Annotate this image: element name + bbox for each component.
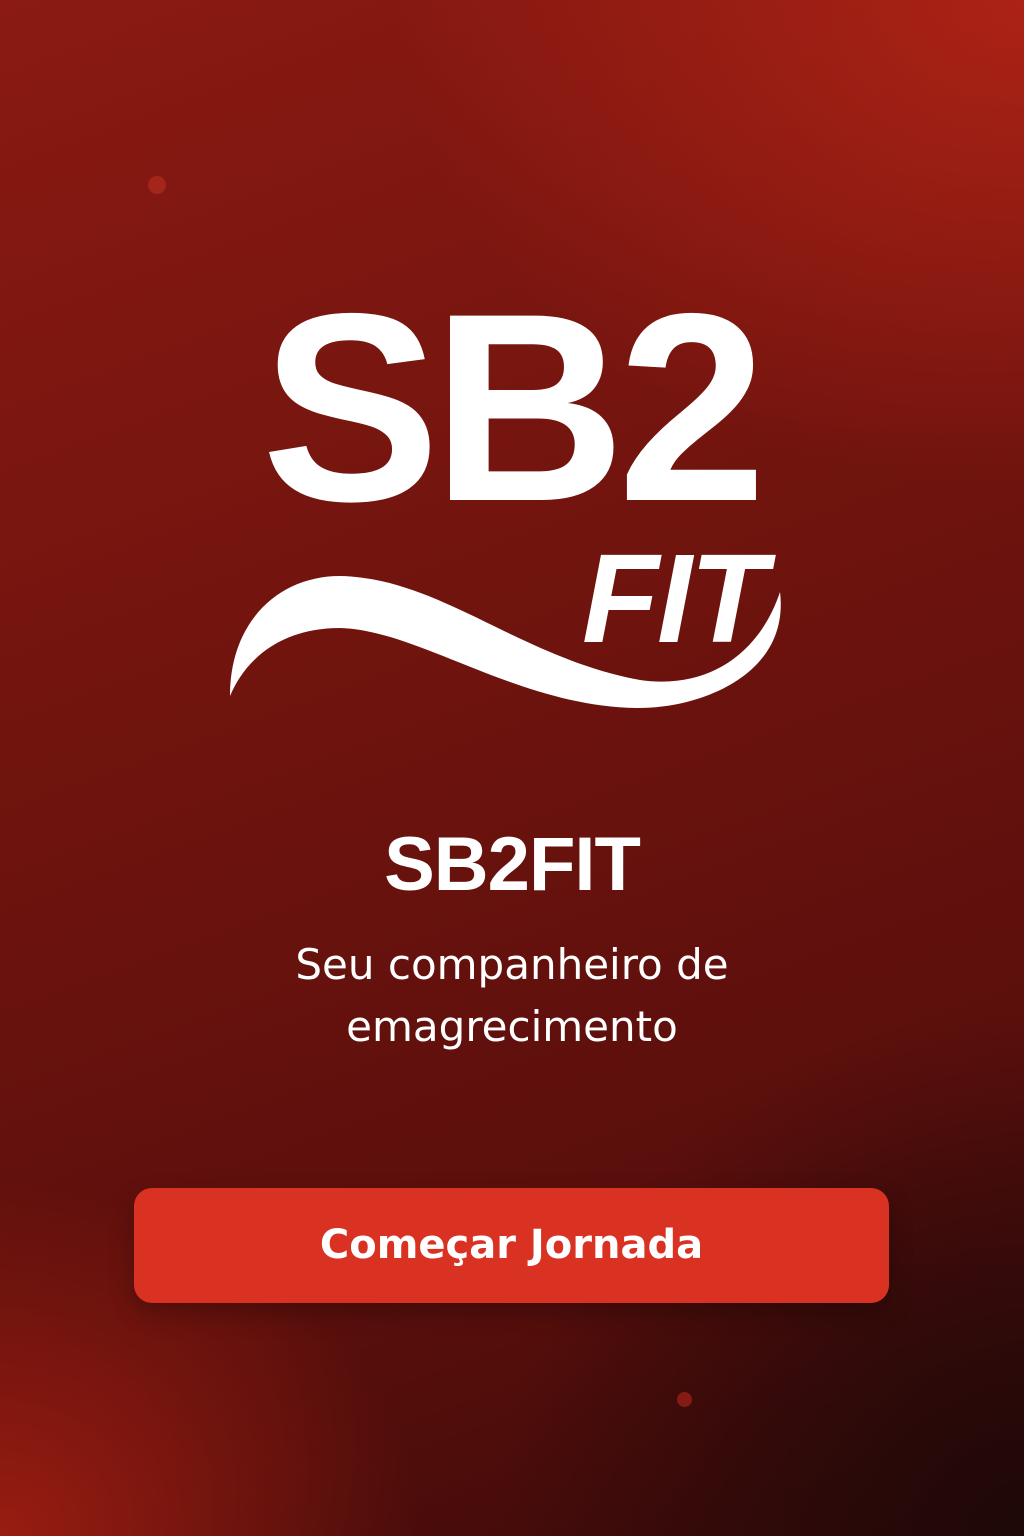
app-title: SB2FIT bbox=[384, 822, 641, 907]
tagline-line-1: Seu companheiro de bbox=[295, 940, 729, 989]
decorative-dot bbox=[148, 176, 166, 194]
app-tagline: Seu companheiro de emagrecimento bbox=[0, 934, 1024, 1058]
tagline-line-2: emagrecimento bbox=[346, 1002, 678, 1051]
logo-top-text: SB2 bbox=[261, 280, 760, 557]
sb2fit-logo: SB2 FIT bbox=[220, 280, 800, 710]
start-journey-button[interactable]: Começar Jornada bbox=[134, 1188, 889, 1303]
welcome-screen: SB2 FIT SB2FIT Seu companheiro de emagre… bbox=[0, 0, 1024, 1536]
decorative-dot bbox=[677, 1392, 692, 1407]
